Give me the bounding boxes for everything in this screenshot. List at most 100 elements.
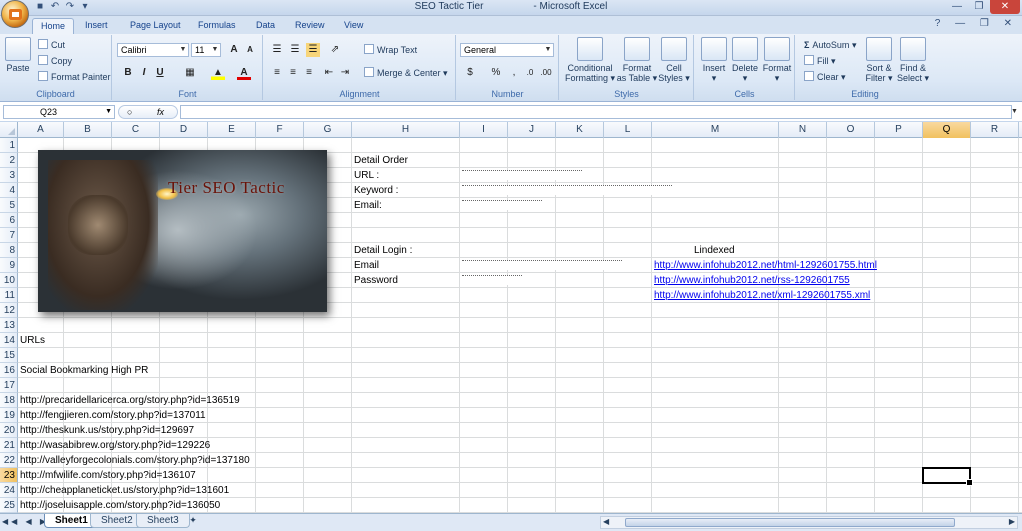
column-header-r[interactable]: R: [971, 122, 1019, 138]
align-center-icon[interactable]: ≡: [286, 66, 300, 80]
cell-a25[interactable]: http://joseluisapple.com/story.php?id=13…: [20, 498, 220, 513]
comma-icon[interactable]: ,: [507, 66, 521, 80]
worksheet-grid[interactable]: Tier SEO Tactic Detail Order URL : Keyword…: [18, 138, 1022, 513]
column-header-p[interactable]: P: [875, 122, 923, 138]
merge-center-button[interactable]: Merge & Center ▾: [364, 67, 448, 79]
font-name-select[interactable]: Calibri ▼: [117, 43, 189, 57]
close-icon[interactable]: ✕: [990, 0, 1020, 14]
increase-indent-icon[interactable]: ⇥: [338, 66, 352, 80]
expand-formula-icon[interactable]: ▼: [1011, 105, 1020, 119]
column-header-l[interactable]: L: [604, 122, 652, 138]
tab-page-layout[interactable]: Page Layout: [122, 18, 189, 34]
currency-icon[interactable]: $: [463, 66, 477, 80]
column-header-e[interactable]: E: [208, 122, 256, 138]
row-header-7[interactable]: 7: [0, 228, 18, 243]
row-header-13[interactable]: 13: [0, 318, 18, 333]
banner-picture[interactable]: Tier SEO Tactic: [38, 150, 327, 312]
customize-qat-icon[interactable]: ▾: [79, 1, 91, 13]
copy-button[interactable]: Copy: [38, 55, 72, 67]
find-select-button[interactable]: Find & Select ▾: [896, 37, 930, 83]
row-header-22[interactable]: 22: [0, 453, 18, 468]
horizontal-scrollbar[interactable]: ◀ ▶: [600, 516, 1018, 529]
column-header-k[interactable]: K: [556, 122, 604, 138]
format-painter-button[interactable]: Format Painter: [38, 71, 111, 83]
row-header-4[interactable]: 4: [0, 183, 18, 198]
align-right-icon[interactable]: ≡: [302, 66, 316, 80]
row-header-23[interactable]: 23: [0, 468, 18, 483]
cell-h9[interactable]: Email: [354, 258, 379, 273]
percent-icon[interactable]: %: [489, 66, 503, 80]
column-header-a[interactable]: A: [18, 122, 64, 138]
decrease-indent-icon[interactable]: ⇤: [322, 66, 336, 80]
increase-decimal-icon[interactable]: .0: [523, 66, 537, 80]
active-cell-q23[interactable]: [922, 467, 973, 486]
tab-review[interactable]: Review: [287, 18, 333, 34]
top-align-icon[interactable]: ☰: [270, 43, 284, 57]
align-left-icon[interactable]: ≡: [270, 66, 284, 80]
underline-icon[interactable]: U: [153, 66, 167, 80]
restore-icon[interactable]: ❐: [968, 0, 990, 14]
row-header-8[interactable]: 8: [0, 243, 18, 258]
sheet-tab-sheet3[interactable]: Sheet3: [136, 514, 190, 528]
row-header-11[interactable]: 11: [0, 288, 18, 303]
row-header-9[interactable]: 9: [0, 258, 18, 273]
column-header-o[interactable]: O: [827, 122, 875, 138]
grow-font-icon[interactable]: A: [227, 43, 241, 57]
wrap-text-button[interactable]: Wrap Text: [364, 44, 417, 56]
row-header-10[interactable]: 10: [0, 273, 18, 288]
cell-a14[interactable]: URLs: [20, 333, 45, 348]
cell-a21[interactable]: http://wasabibrew.org/story.php?id=12922…: [20, 438, 210, 453]
tab-formulas[interactable]: Formulas: [190, 18, 244, 34]
column-header-d[interactable]: D: [160, 122, 208, 138]
cell-a20[interactable]: http://theskunk.us/story.php?id=129697: [20, 423, 194, 438]
row-header-5[interactable]: 5: [0, 198, 18, 213]
scrollbar-thumb[interactable]: [625, 518, 955, 527]
row-header-20[interactable]: 20: [0, 423, 18, 438]
scroll-left-icon[interactable]: ◀: [603, 517, 609, 526]
clear-button[interactable]: Clear ▾: [804, 71, 846, 83]
cell-m10[interactable]: http://www.infohub2012.net/rss-129260175…: [654, 273, 850, 288]
format-as-table-button[interactable]: Format as Table ▾: [616, 37, 658, 83]
orientation-icon[interactable]: ⇗: [328, 43, 342, 57]
cell-h5[interactable]: Email:: [354, 198, 382, 213]
conditional-formatting-button[interactable]: Conditional Formatting ▾: [564, 37, 616, 83]
cell-h8[interactable]: Detail Login :: [354, 243, 412, 258]
row-header-2[interactable]: 2: [0, 153, 18, 168]
redo-icon[interactable]: ↷: [64, 1, 76, 13]
cell-h2[interactable]: Detail Order: [354, 153, 408, 168]
borders-icon[interactable]: ▦: [183, 66, 197, 80]
cell-a19[interactable]: http://fengjieren.com/story.php?id=13701…: [20, 408, 206, 423]
row-header-14[interactable]: 14: [0, 333, 18, 348]
cell-m9[interactable]: http://www.infohub2012.net/html-12926017…: [654, 258, 877, 273]
column-header-f[interactable]: F: [256, 122, 304, 138]
sort-filter-button[interactable]: Sort & Filter ▾: [862, 37, 896, 83]
column-header-c[interactable]: C: [112, 122, 160, 138]
cell-a23[interactable]: http://mfwilife.com/story.php?id=136107: [20, 468, 196, 483]
column-header-i[interactable]: I: [460, 122, 508, 138]
cell-a22[interactable]: http://valleyforgecolonials.com/story.ph…: [20, 453, 250, 468]
bottom-align-icon[interactable]: ☰: [306, 43, 320, 57]
cell-h10[interactable]: Password: [354, 273, 398, 288]
row-header-16[interactable]: 16: [0, 363, 18, 378]
column-header-m[interactable]: M: [652, 122, 779, 138]
cell-a16[interactable]: Social Bookmarking High PR: [20, 363, 148, 378]
row-header-6[interactable]: 6: [0, 213, 18, 228]
insert-sheet-icon[interactable]: ✦: [184, 515, 202, 527]
minimize-icon[interactable]: —: [946, 0, 968, 14]
delete-cells-button[interactable]: Delete ▾: [729, 37, 761, 83]
autosum-button[interactable]: Σ AutoSum ▾: [804, 39, 856, 51]
tab-data[interactable]: Data: [248, 18, 283, 34]
row-header-21[interactable]: 21: [0, 438, 18, 453]
cell-m11[interactable]: http://www.infohub2012.net/xml-129260175…: [654, 288, 870, 303]
font-size-select[interactable]: 11 ▼: [191, 43, 221, 57]
cut-button[interactable]: Cut: [38, 39, 65, 51]
column-header-j[interactable]: J: [508, 122, 556, 138]
row-header-19[interactable]: 19: [0, 408, 18, 423]
tab-view[interactable]: View: [336, 18, 371, 34]
cell-h3[interactable]: URL :: [354, 168, 379, 183]
formula-input[interactable]: [180, 105, 1012, 119]
row-header-17[interactable]: 17: [0, 378, 18, 393]
cell-a24[interactable]: http://cheapplaneticket.us/story.php?id=…: [20, 483, 229, 498]
paste-button[interactable]: Paste: [4, 37, 32, 73]
select-all-button[interactable]: [0, 122, 18, 138]
